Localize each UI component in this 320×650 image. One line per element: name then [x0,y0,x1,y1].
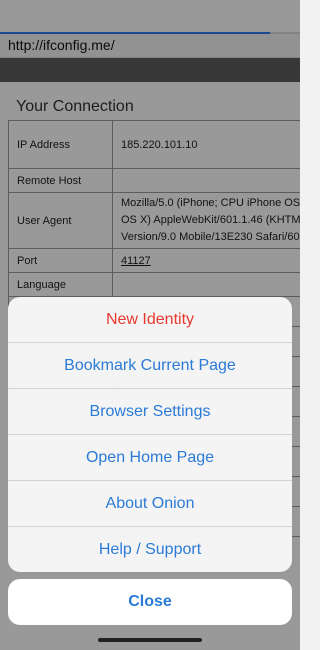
open-home-page-button[interactable]: Open Home Page [8,435,292,481]
browser-settings-button[interactable]: Browser Settings [8,389,292,435]
close-button[interactable]: Close [8,579,292,625]
bookmark-current-page-button[interactable]: Bookmark Current Page [8,343,292,389]
new-identity-button[interactable]: New Identity [8,297,292,343]
about-onion-button[interactable]: About Onion [8,481,292,527]
help-support-button[interactable]: Help / Support [8,527,292,572]
home-indicator[interactable] [98,638,202,642]
action-sheet: New Identity Bookmark Current Page Brows… [8,297,292,572]
